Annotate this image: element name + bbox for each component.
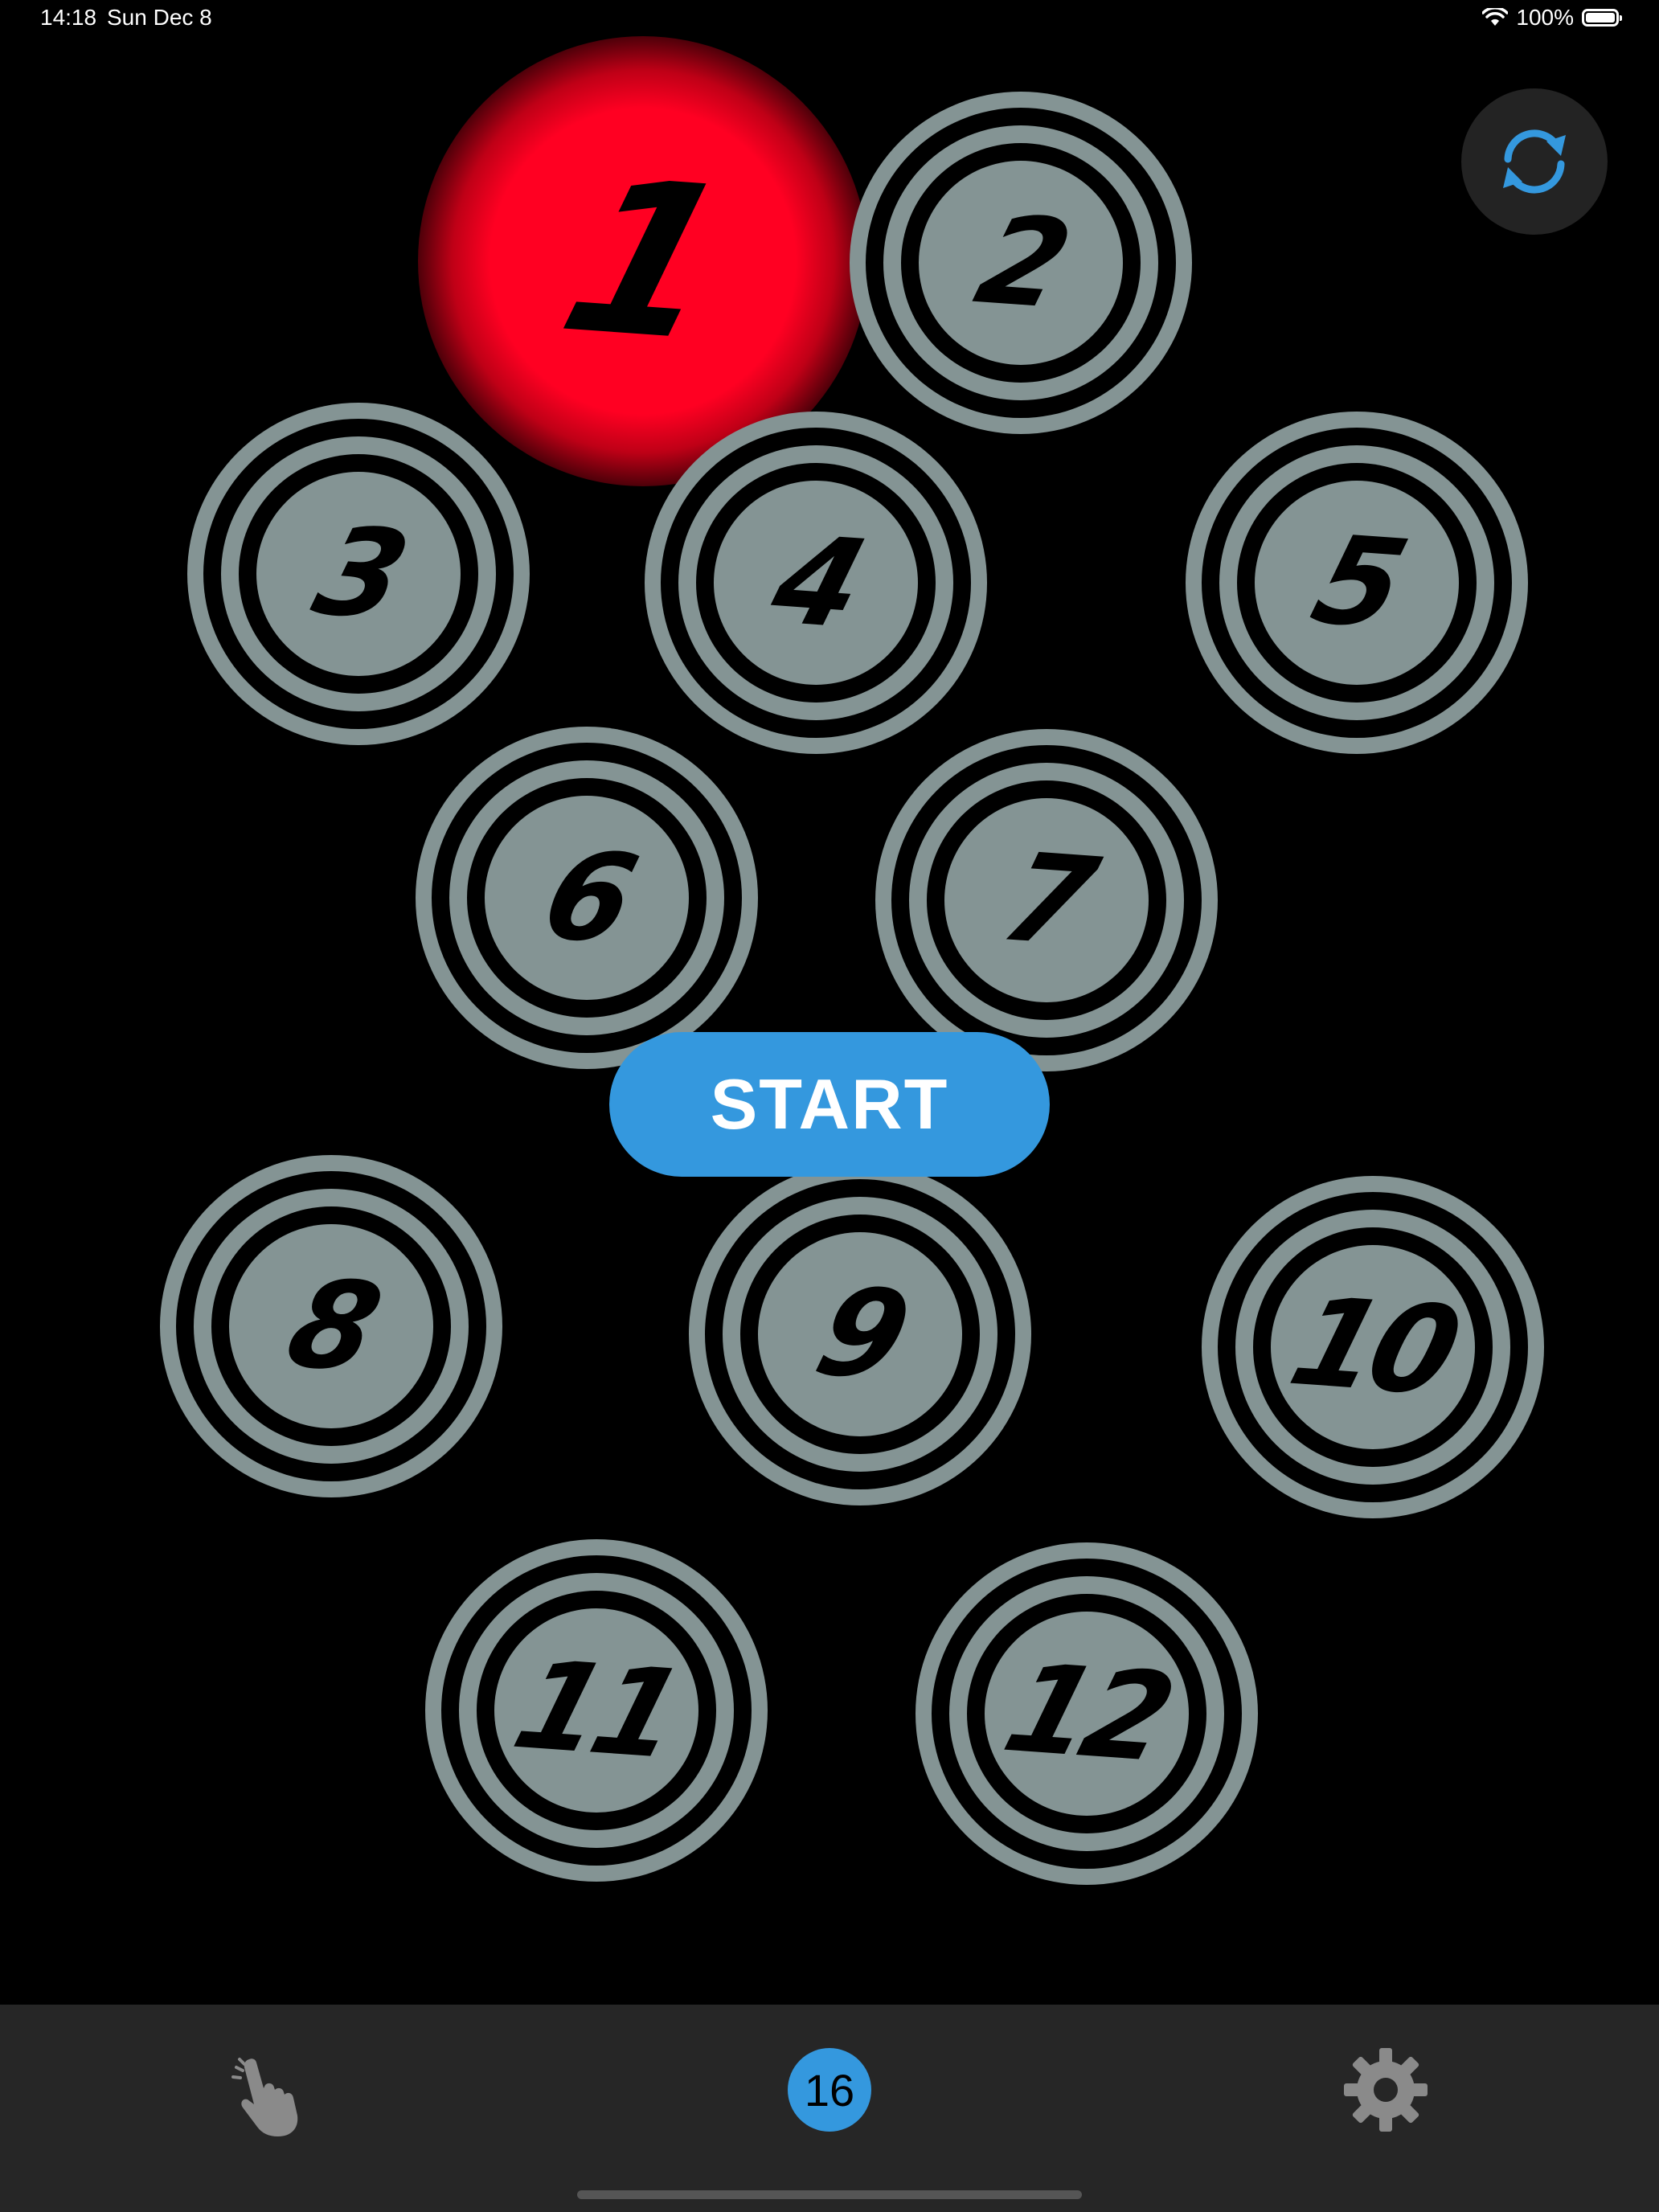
token-7[interactable]: 7 — [875, 729, 1218, 1071]
token-2[interactable]: 2 — [850, 92, 1192, 434]
token-label: 11 — [500, 1635, 693, 1786]
token-label: 7 — [989, 827, 1104, 973]
bottom-toolbar: 16 — [0, 2005, 1659, 2212]
touch-mode-button[interactable] — [225, 2053, 313, 2141]
token-label: 12 — [990, 1638, 1183, 1789]
start-button[interactable]: START — [609, 1032, 1050, 1177]
game-board: 1 2 3 4 5 6 7 8 9 10 11 12 START — [0, 0, 1659, 2005]
token-6[interactable]: 6 — [416, 727, 758, 1069]
token-label: 8 — [273, 1253, 389, 1399]
refresh-button[interactable] — [1461, 88, 1608, 235]
token-8[interactable]: 8 — [160, 1155, 502, 1497]
player-count-badge[interactable]: 16 — [788, 2048, 871, 2132]
settings-button[interactable] — [1341, 2045, 1431, 2135]
token-12[interactable]: 12 — [916, 1542, 1258, 1885]
token-4[interactable]: 4 — [645, 412, 987, 754]
token-3[interactable]: 3 — [187, 403, 530, 745]
token-label: 5 — [1299, 510, 1415, 656]
token-label: 6 — [529, 825, 645, 971]
refresh-icon — [1503, 129, 1566, 194]
token-9[interactable]: 9 — [689, 1163, 1031, 1505]
hand-pointer-icon — [231, 2058, 298, 2136]
token-5[interactable]: 5 — [1186, 412, 1528, 754]
token-10[interactable]: 10 — [1202, 1176, 1544, 1518]
gear-icon — [1344, 2048, 1428, 2132]
token-label: 10 — [1276, 1272, 1469, 1423]
token-11[interactable]: 11 — [425, 1539, 768, 1882]
token-label: 3 — [301, 501, 416, 647]
token-label: 9 — [802, 1261, 918, 1407]
home-indicator — [577, 2190, 1082, 2199]
